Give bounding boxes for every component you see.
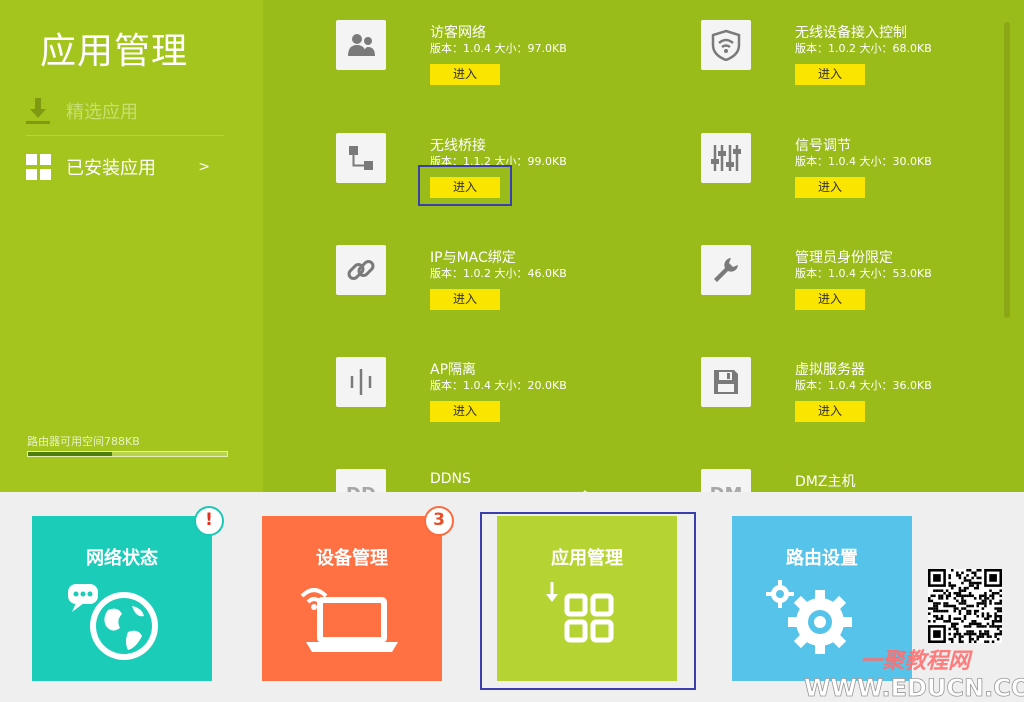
nav-label: 路由设置 (786, 548, 858, 569)
app-meta: 版本：1.1.2 大小：99.0KB (430, 155, 567, 168)
app-meta: 版本：1.0.2 大小：68.0KB (795, 42, 932, 55)
app-card: DD DDNS (263, 449, 593, 492)
app-card: 无线桥接 版本：1.1.2 大小：99.0KB 进入 (263, 113, 593, 203)
apps-grid-icon (546, 582, 614, 643)
nav-label: 网络状态 (86, 548, 158, 569)
grid-icon (26, 154, 52, 180)
app-meta: 版本：1.0.2 大小：46.0KB (430, 267, 567, 280)
enter-button[interactable]: 进入 (795, 289, 865, 310)
sidebar-item-installed-apps[interactable]: 已安装应用 > (26, 142, 224, 192)
guest-users-icon (336, 20, 386, 70)
app-meta: 版本：1.0.4 大小：97.0KB (430, 42, 567, 55)
storage-label: 路由器可用空间788KB (27, 435, 140, 448)
storage-bar-fill (28, 452, 112, 456)
app-card: IP与MAC绑定 版本：1.0.2 大小：46.0KB 进入 (263, 225, 593, 315)
chevron-right-icon: > (198, 159, 210, 175)
enter-button[interactable]: 进入 (430, 289, 500, 310)
app-list-panel: 访客网络 版本：1.0.4 大小：97.0KB 进入 无线设备接入控制 版本：1… (263, 0, 1024, 492)
dmz-icon: DM (701, 469, 751, 492)
qr-code-icon (928, 569, 1002, 643)
enter-button[interactable]: 进入 (430, 64, 500, 85)
nav-router-settings[interactable]: 路由设置 (732, 516, 912, 681)
app-meta: 版本：1.0.4 大小：30.0KB (795, 155, 932, 168)
enter-button[interactable]: 进入 (795, 177, 865, 198)
app-name: 访客网络 (430, 25, 486, 41)
sidebar: 应用管理 精选应用 已安装应用 > 路由器可用空间788KB (0, 0, 263, 492)
app-name: DMZ主机 (795, 474, 856, 490)
scrollbar[interactable] (1004, 22, 1010, 318)
app-name: DDNS (430, 471, 471, 487)
active-tab-pointer (574, 490, 596, 501)
app-meta: 版本：1.0.4 大小：53.0KB (795, 267, 932, 280)
alert-badge: ! (194, 506, 224, 536)
app-name: 信号调节 (795, 138, 851, 154)
laptop-wifi-icon (300, 588, 398, 652)
app-meta: 版本：1.0.4 大小：20.0KB (430, 379, 567, 392)
nav-app-management[interactable]: 应用管理 (497, 516, 677, 681)
app-card: DM DMZ主机 (628, 449, 958, 492)
nav-label: 设备管理 (316, 548, 388, 569)
app-card: AP隔离 版本：1.0.4 大小：20.0KB 进入 (263, 337, 593, 427)
app-card: 访客网络 版本：1.0.4 大小：97.0KB 进入 (263, 0, 593, 90)
bridge-icon (336, 133, 386, 183)
app-name: IP与MAC绑定 (430, 250, 516, 266)
app-card: 无线设备接入控制 版本：1.0.2 大小：68.0KB 进入 (628, 0, 958, 90)
sidebar-title: 应用管理 (40, 31, 189, 72)
nav-label: 应用管理 (551, 548, 623, 569)
ddns-icon: DD (336, 469, 386, 492)
sidebar-item-label: 已安装应用 (66, 158, 156, 179)
wrench-icon (701, 245, 751, 295)
enter-button[interactable]: 进入 (795, 401, 865, 422)
app-card: 管理员身份限定 版本：1.0.4 大小：53.0KB 进入 (628, 225, 958, 315)
app-meta: 版本：1.0.4 大小：36.0KB (795, 379, 932, 392)
globe-chat-icon (68, 584, 158, 660)
ap-isolation-icon (336, 357, 386, 407)
server-icon (701, 357, 751, 407)
download-icon (26, 97, 52, 124)
sidebar-item-featured-apps[interactable]: 精选应用 (26, 86, 224, 136)
app-name: AP隔离 (430, 362, 477, 378)
app-name: 无线桥接 (430, 138, 486, 154)
enter-button[interactable]: 进入 (430, 177, 500, 198)
nav-network-status[interactable]: 网络状态 ! (32, 506, 224, 681)
nav-device-management[interactable]: 设备管理 3 (262, 506, 454, 681)
gears-icon (766, 580, 852, 654)
count-badge: 3 (424, 506, 454, 536)
link-icon (336, 245, 386, 295)
signal-sliders-icon (701, 133, 751, 183)
storage-bar (27, 451, 228, 457)
app-name: 管理员身份限定 (795, 250, 893, 266)
app-name: 虚拟服务器 (795, 362, 865, 378)
app-card: 虚拟服务器 版本：1.0.4 大小：36.0KB 进入 (628, 337, 958, 427)
app-card: 信号调节 版本：1.0.4 大小：30.0KB 进入 (628, 113, 958, 203)
enter-button[interactable]: 进入 (795, 64, 865, 85)
enter-button[interactable]: 进入 (430, 401, 500, 422)
sidebar-item-label: 精选应用 (66, 101, 138, 123)
app-name: 无线设备接入控制 (795, 25, 907, 41)
wifi-shield-icon (701, 20, 751, 70)
